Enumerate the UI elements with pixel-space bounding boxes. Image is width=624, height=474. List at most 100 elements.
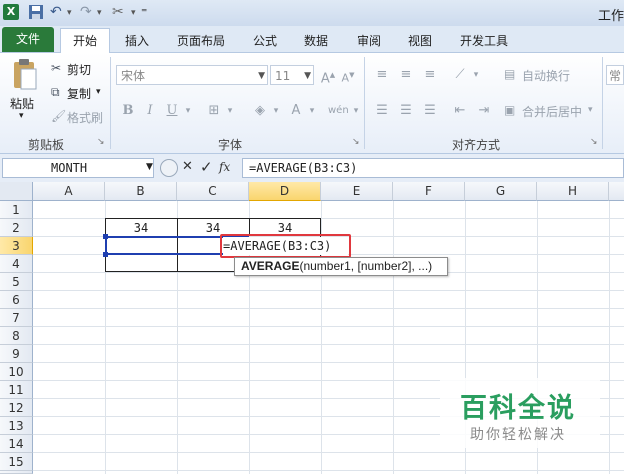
cancel-icon[interactable]: ✕	[182, 159, 193, 174]
range-handle[interactable]	[103, 234, 108, 239]
phonetic-dropdown-icon[interactable]: ▾	[346, 101, 366, 121]
cell-d3-editor[interactable]: =AVERAGE(B3:C3)	[223, 237, 348, 255]
clipboard-launcher-icon[interactable]: ↘	[97, 137, 105, 147]
align-center-icon[interactable]: ☰	[396, 101, 416, 121]
tab-formulas[interactable]: 公式	[252, 30, 278, 52]
row-header-3[interactable]: 3	[0, 237, 33, 255]
save-icon[interactable]	[28, 4, 44, 20]
increase-font-icon[interactable]: A▲	[318, 65, 338, 86]
row-header-1[interactable]: 1	[0, 201, 33, 219]
row-header-8[interactable]: 8	[0, 327, 33, 345]
increase-indent-icon[interactable]: ⇥	[474, 101, 494, 121]
font-color-dropdown-icon[interactable]: ▾	[302, 101, 322, 121]
paste-button[interactable]: 粘贴	[10, 95, 34, 112]
copy-button[interactable]: 复制	[67, 85, 91, 102]
number-format-combo[interactable]: 常	[606, 65, 624, 85]
copy-icon[interactable]: ⧉	[51, 85, 60, 100]
column-header-partial[interactable]	[609, 182, 624, 201]
tab-view[interactable]: 视图	[407, 30, 433, 52]
number-format-value: 常	[609, 69, 622, 83]
cell-b2[interactable]: 34	[105, 219, 177, 237]
grid-line	[33, 308, 624, 309]
grid-line	[33, 290, 624, 291]
row-header-10[interactable]: 10	[0, 363, 33, 381]
merge-center-button[interactable]: 合并后居中	[522, 103, 582, 120]
font-launcher-icon[interactable]: ↘	[352, 137, 360, 147]
redo-dropdown-icon[interactable]: ▾	[97, 4, 113, 20]
fill-color-dropdown-icon[interactable]: ▾	[266, 101, 286, 121]
row-header-13[interactable]: 13	[0, 417, 33, 435]
column-header-h[interactable]: H	[537, 182, 609, 201]
copy-dropdown-icon[interactable]: ▾	[96, 87, 101, 97]
row-header-9[interactable]: 9	[0, 345, 33, 363]
watermark-title: 百科全说	[460, 393, 576, 424]
formula-input[interactable]: =AVERAGE(B3:C3)	[242, 158, 624, 178]
quick-access-toolbar: X ↶ ▾ ↷ ▾ ✂ ▾ ⁼ 工作	[0, 0, 624, 26]
format-painter-button[interactable]: 格式刷	[67, 109, 103, 126]
phonetic-icon[interactable]: wén	[328, 101, 349, 121]
merge-center-icon[interactable]: ▣	[504, 103, 515, 117]
select-all-corner[interactable]	[0, 182, 33, 201]
range-handle[interactable]	[103, 252, 108, 257]
paste-icon[interactable]	[10, 59, 38, 90]
borders-dropdown-icon[interactable]: ▾	[220, 101, 240, 121]
column-header-d[interactable]: D	[249, 182, 321, 201]
chevron-down-icon[interactable]: ▼	[146, 162, 153, 172]
wrap-text-button[interactable]: 自动换行	[522, 67, 570, 84]
tools-icon[interactable]: ✂	[112, 4, 128, 20]
decrease-indent-icon[interactable]: ⇤	[450, 101, 470, 121]
paste-dropdown-icon[interactable]: ▾	[19, 111, 24, 121]
align-top-icon[interactable]: ≡	[372, 65, 392, 85]
column-header-f[interactable]: F	[393, 182, 465, 201]
enter-icon[interactable]: ✓	[200, 158, 213, 176]
name-box[interactable]: MONTH	[2, 158, 154, 178]
column-header-b[interactable]: B	[105, 182, 177, 201]
wrap-text-icon[interactable]: ▤	[504, 67, 515, 81]
watermark-subtitle: 助你轻松解决	[470, 427, 566, 443]
tab-data[interactable]: 数据	[303, 30, 329, 52]
italic-icon[interactable]: I	[140, 101, 160, 121]
alignment-launcher-icon[interactable]: ↘	[590, 137, 598, 147]
formula-bar: MONTH ▼ ✕ ✓ fx =AVERAGE(B3:C3)	[0, 154, 624, 182]
excel-logo-icon[interactable]: X	[3, 4, 19, 20]
column-header-e[interactable]: E	[321, 182, 393, 201]
row-header-5[interactable]: 5	[0, 273, 33, 291]
undo-icon[interactable]: ↶	[50, 4, 66, 20]
row-header-7[interactable]: 7	[0, 309, 33, 327]
cut-button[interactable]: 剪切	[67, 61, 91, 78]
tab-file[interactable]: 文件	[2, 27, 54, 52]
row-header-14[interactable]: 14	[0, 435, 33, 453]
row-header-11[interactable]: 11	[0, 381, 33, 399]
column-header-c[interactable]: C	[177, 182, 249, 201]
format-painter-icon[interactable]: 🖌	[51, 109, 66, 123]
cut-icon[interactable]: ✂	[51, 61, 61, 75]
align-bottom-icon[interactable]: ≡	[420, 65, 440, 85]
tab-page-layout[interactable]: 页面布局	[175, 30, 227, 52]
align-middle-icon[interactable]: ≡	[396, 65, 416, 85]
font-name-combo[interactable]: 宋体 ▼	[116, 65, 268, 85]
tab-review[interactable]: 审阅	[356, 30, 382, 52]
row-header-2[interactable]: 2	[0, 219, 33, 237]
merge-dropdown-icon[interactable]: ▾	[588, 105, 593, 115]
row-header-6[interactable]: 6	[0, 291, 33, 309]
column-header-a[interactable]: A	[33, 182, 105, 201]
tab-home[interactable]: 开始	[60, 28, 110, 54]
orientation-dropdown-icon[interactable]: ▾	[466, 65, 486, 85]
tab-developer[interactable]: 开发工具	[458, 30, 510, 52]
redo-icon[interactable]: ↷	[80, 4, 96, 20]
decrease-font-icon[interactable]: A▼	[338, 65, 358, 85]
tooltip-function-name[interactable]: AVERAGE	[241, 259, 299, 273]
tab-insert[interactable]: 插入	[124, 30, 150, 52]
customize-qat-icon[interactable]: ⁼	[141, 4, 157, 20]
align-right-icon[interactable]: ☰	[420, 101, 440, 121]
row-header-15[interactable]: 15	[0, 453, 33, 471]
align-left-icon[interactable]: ☰	[372, 101, 392, 121]
font-size-combo[interactable]: 11 ▼	[270, 65, 314, 85]
insert-function-icon[interactable]: fx	[219, 160, 230, 174]
row-header-12[interactable]: 12	[0, 399, 33, 417]
expand-icon[interactable]	[160, 159, 178, 177]
column-header-g[interactable]: G	[465, 182, 537, 201]
underline-dropdown-icon[interactable]: ▾	[178, 101, 198, 121]
bold-icon[interactable]: B	[118, 101, 138, 121]
row-header-4[interactable]: 4	[0, 255, 33, 273]
